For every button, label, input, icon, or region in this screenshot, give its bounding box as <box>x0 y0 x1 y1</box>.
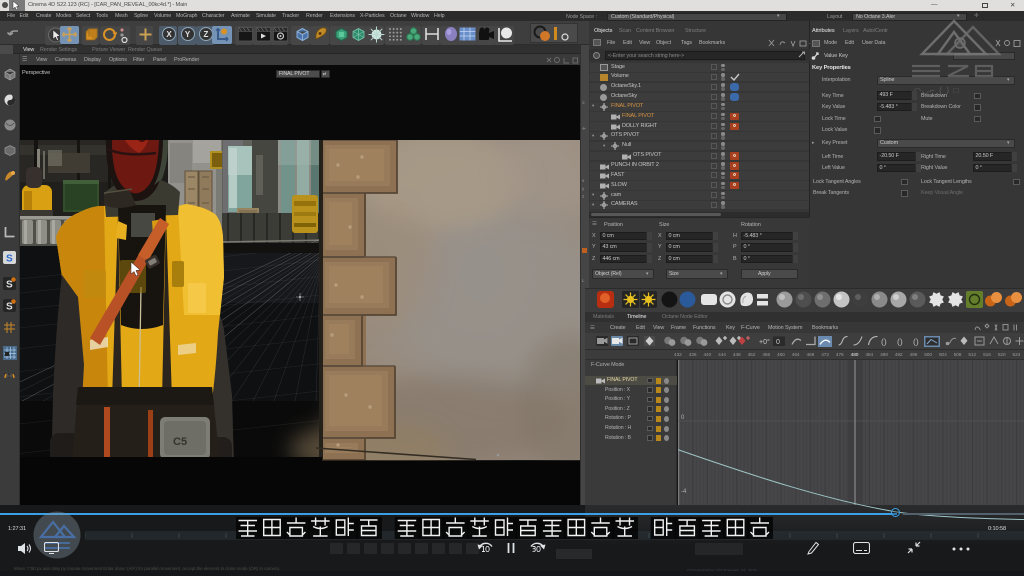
svg-text:+0°: +0° <box>759 338 770 346</box>
svg-text:(): () <box>897 336 903 346</box>
svg-text:0: 0 <box>776 339 780 346</box>
svg-text:S: S <box>6 254 13 265</box>
svg-text:(): () <box>881 336 887 346</box>
svg-text:(): () <box>913 336 919 346</box>
svg-text:◠◡⌐ ⟨ ⟩ □: ◠◡⌐ ⟨ ⟩ □ <box>914 86 959 95</box>
svg-text:C5: C5 <box>173 436 187 448</box>
